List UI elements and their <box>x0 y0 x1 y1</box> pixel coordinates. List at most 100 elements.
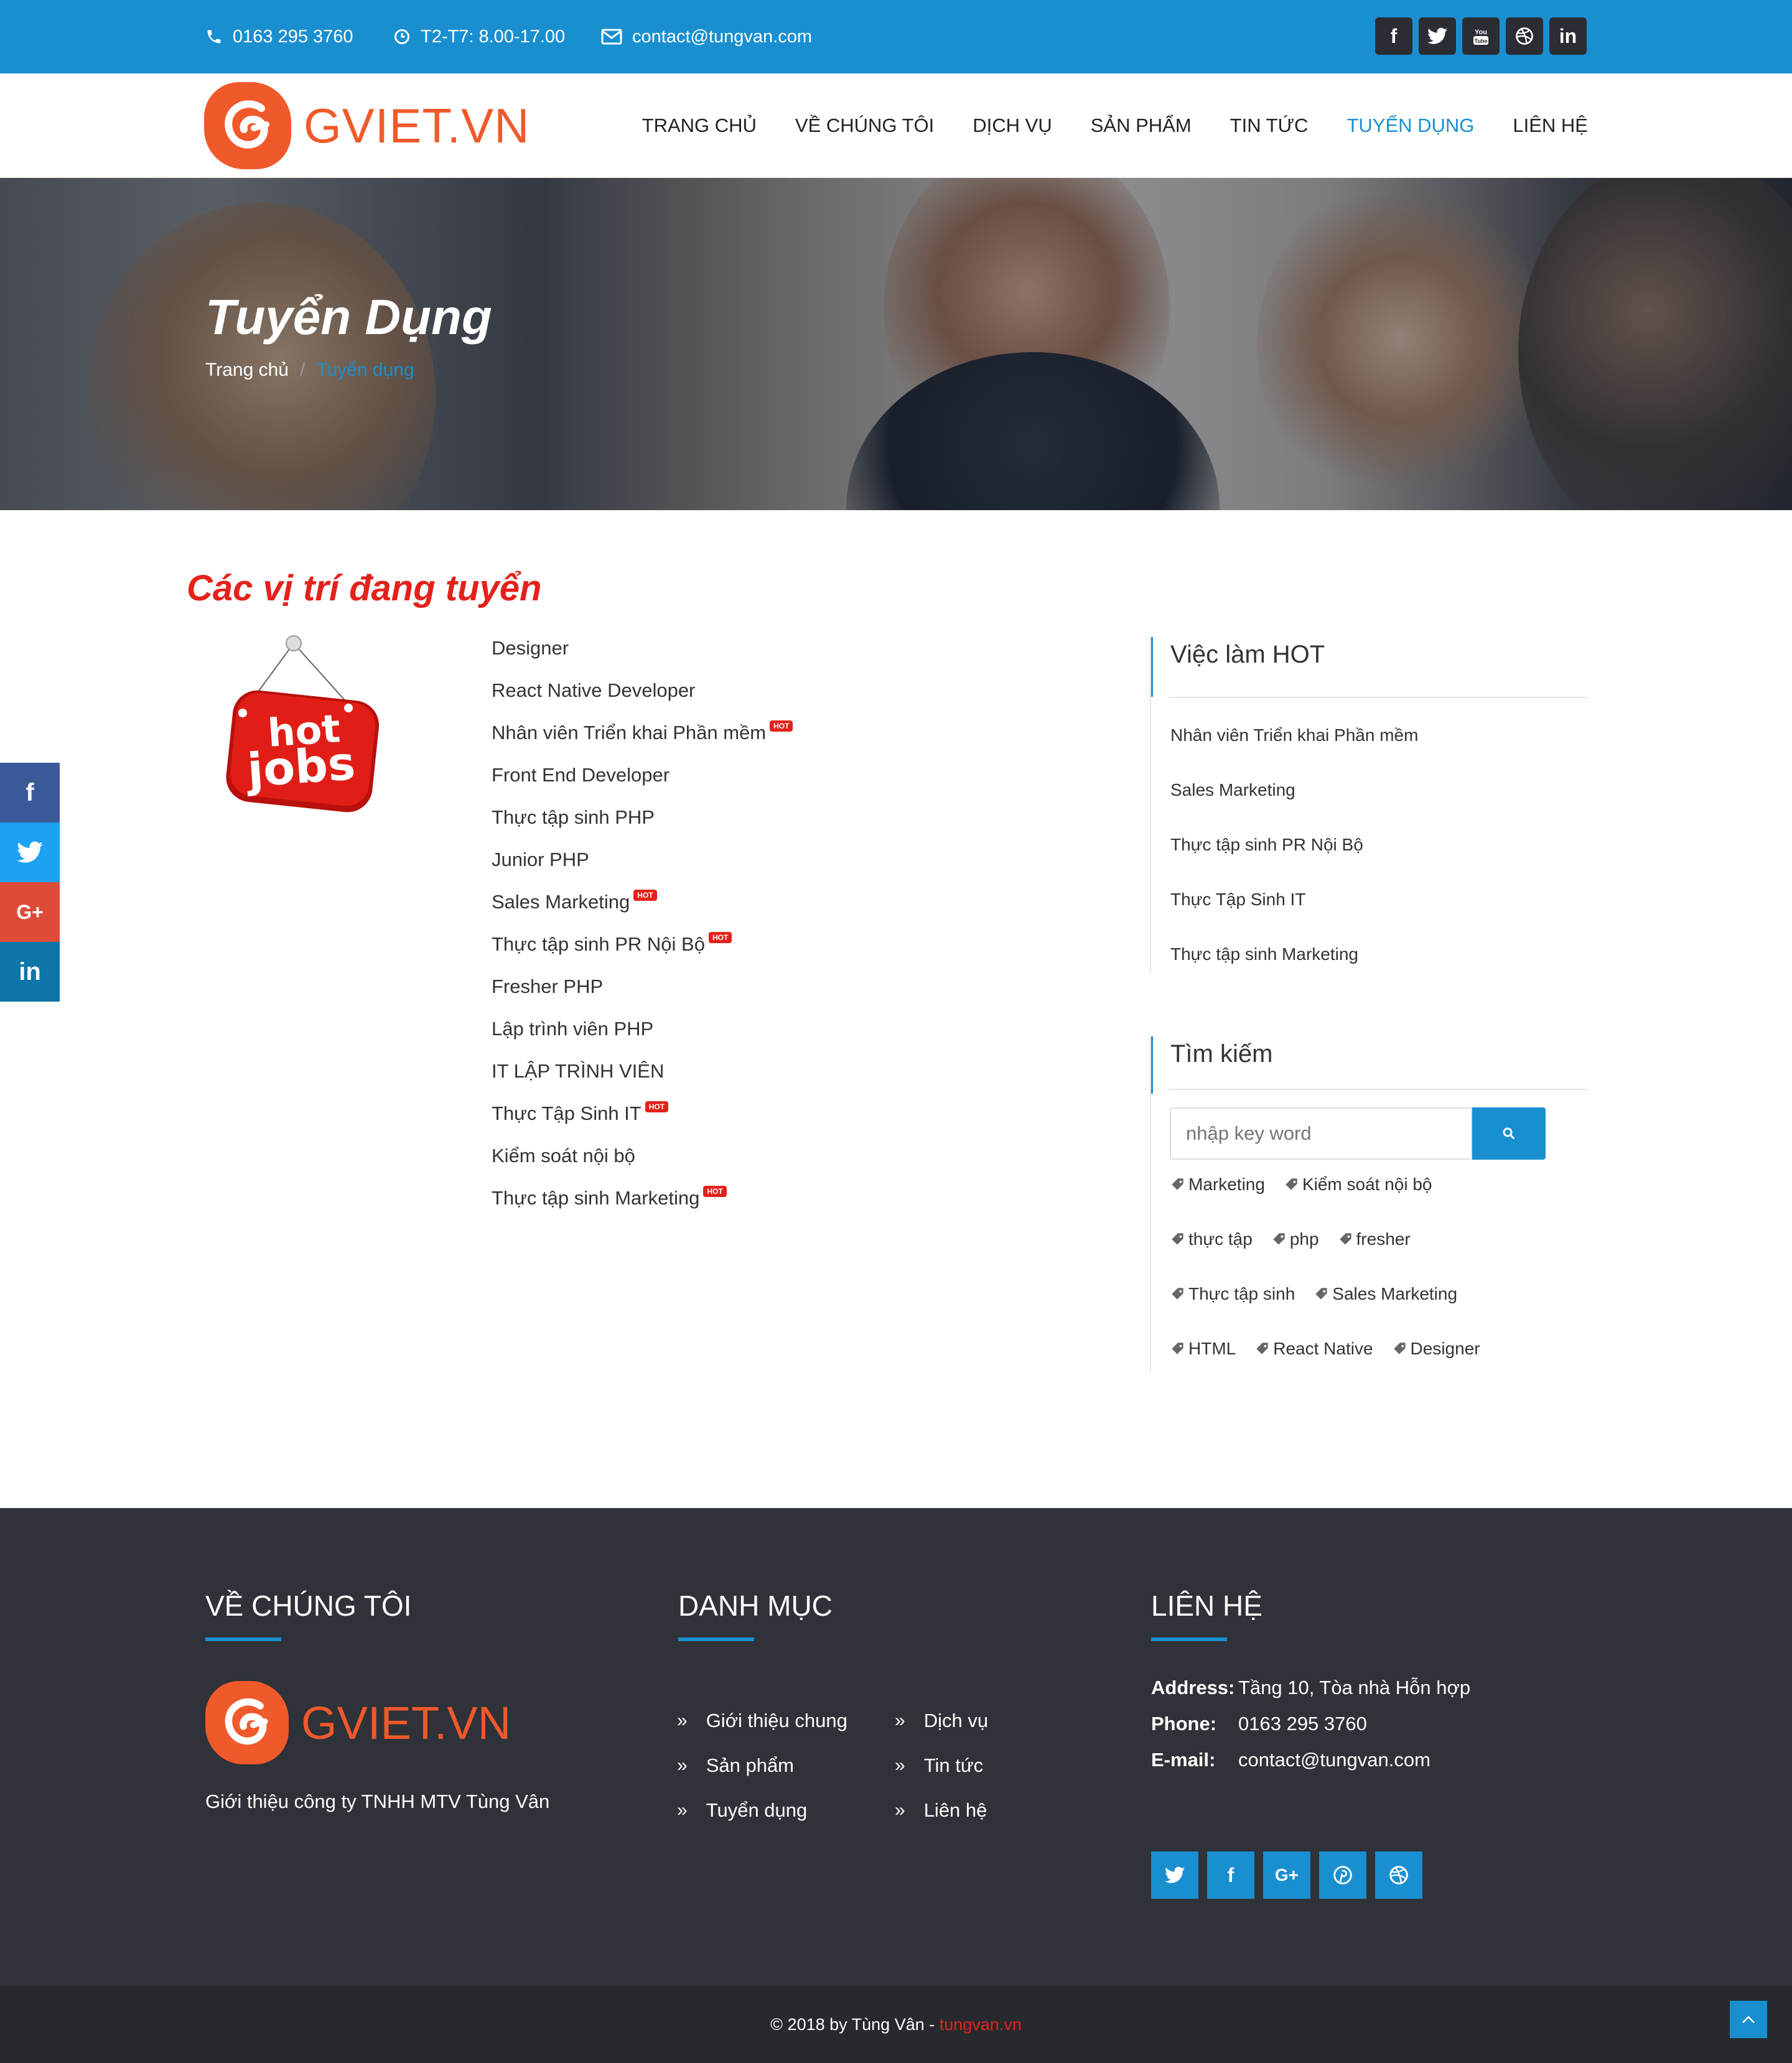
nav-products[interactable]: SẢN PHẨM <box>1091 114 1192 137</box>
back-to-top-button[interactable] <box>1730 2001 1767 2038</box>
site-logo[interactable]: GVIET.VN <box>204 82 530 169</box>
tag-link[interactable]: php <box>1271 1229 1319 1249</box>
job-title[interactable]: Thực tập sinh PR Nội Bộ <box>492 932 705 974</box>
facebook-icon[interactable]: f <box>1207 1851 1254 1899</box>
twitter-icon[interactable] <box>0 822 60 882</box>
job-item[interactable]: Nhân viên Triển khai Phần mềm HOT <box>492 720 793 763</box>
job-item[interactable]: Front End Developer <box>492 763 793 805</box>
dribbble-icon[interactable] <box>1506 17 1543 55</box>
footer-link[interactable]: » Tuyển dụng <box>677 1788 847 1833</box>
tag-link[interactable]: HTML <box>1170 1339 1236 1359</box>
google-plus-icon[interactable]: G+ <box>0 882 60 942</box>
job-title[interactable]: Thực tập sinh Marketing <box>492 1186 699 1228</box>
nav-contact[interactable]: LIÊN HỆ <box>1513 114 1588 137</box>
footer-about-title: VỀ CHÚNG TÔI <box>205 1590 412 1622</box>
tag-row: Marketing Kiểm soát nội bộ <box>1170 1172 1568 1227</box>
tag-icon <box>1393 1343 1406 1354</box>
footer-menu-title: DANH MỤC <box>678 1590 833 1622</box>
google-plus-icon[interactable]: G+ <box>1263 1851 1310 1899</box>
job-item[interactable]: React Native Developer <box>492 678 793 720</box>
job-title[interactable]: Junior PHP <box>492 847 589 890</box>
tag-label: Kiểm soát nội bộ <box>1302 1175 1432 1194</box>
linkedin-icon[interactable]: in <box>0 942 60 1002</box>
search-widget-title: Tìm kiếm <box>1150 1036 1588 1094</box>
pinterest-icon[interactable] <box>1319 1851 1366 1899</box>
hot-job-link[interactable]: Sales Marketing <box>1150 780 1588 835</box>
job-item[interactable]: Lập trình viên PHP <box>492 1017 793 1059</box>
job-item[interactable]: Junior PHP <box>492 847 793 890</box>
hot-job-link[interactable]: Nhân viên Triển khai Phần mềm <box>1150 725 1588 780</box>
copyright-link[interactable]: tungvan.vn <box>940 2015 1022 2034</box>
search-input[interactable] <box>1170 1107 1472 1160</box>
job-title[interactable]: Nhân viên Triển khai Phần mềm <box>492 720 766 763</box>
footer-link[interactable]: » Dịch vụ <box>895 1698 988 1743</box>
facebook-icon[interactable]: f <box>0 763 60 822</box>
tag-link[interactable]: Marketing <box>1170 1175 1265 1194</box>
breadcrumb-separator: / <box>299 360 306 380</box>
job-title[interactable]: Fresher PHP <box>492 974 603 1017</box>
nav-home[interactable]: TRANG CHỦ <box>642 114 757 137</box>
tag-link[interactable]: React Native <box>1254 1339 1373 1359</box>
email-info: contact@tungvan.com <box>601 0 812 73</box>
tag-label: Marketing <box>1188 1175 1265 1194</box>
nav-about[interactable]: VỀ CHÚNG TÔI <box>795 114 934 137</box>
tag-link[interactable]: Sales Marketing <box>1314 1284 1457 1304</box>
footer-link[interactable]: » Tin tức <box>895 1743 988 1788</box>
dribbble-icon[interactable] <box>1375 1851 1422 1899</box>
job-item[interactable]: Thực tập sinh PHP <box>492 805 793 847</box>
job-title[interactable]: Front End Developer <box>492 763 670 805</box>
job-item[interactable]: Thực Tập Sinh IT HOT <box>492 1101 793 1143</box>
job-item[interactable]: Thực tập sinh PR Nội Bộ HOT <box>492 932 793 974</box>
hot-job-link[interactable]: Thực tập sinh PR Nội Bộ <box>1150 835 1588 890</box>
search-button[interactable] <box>1472 1107 1546 1160</box>
email-value[interactable]: contact@tungvan.com <box>1238 1749 1430 1771</box>
job-item[interactable]: Fresher PHP <box>492 974 793 1017</box>
nav-news[interactable]: TIN TỨC <box>1230 114 1309 137</box>
hot-job-link[interactable]: Thực Tập Sinh IT <box>1150 890 1588 944</box>
tag-link[interactable]: Kiểm soát nội bộ <box>1284 1175 1432 1194</box>
hours-text: T2-T7: 8.00-17.00 <box>421 26 566 47</box>
tag-link[interactable]: fresher <box>1338 1229 1411 1249</box>
job-item[interactable]: Designer <box>492 636 793 678</box>
page-title: Tuyển Dụng <box>205 289 492 345</box>
tag-row: thực tập php fresher <box>1170 1227 1568 1282</box>
hot-job-link[interactable]: Thực tập sinh Marketing <box>1150 944 1588 999</box>
footer-link[interactable]: » Sản phẩm <box>677 1743 847 1788</box>
youtube-icon[interactable]: You Tube <box>1462 17 1500 55</box>
breadcrumb-home[interactable]: Trang chủ <box>205 360 289 381</box>
contact-address: Address: Tầng 10, Tòa nhà Hỗn hợp <box>1151 1670 1470 1706</box>
title-underline <box>678 1637 754 1641</box>
job-title[interactable]: IT LẬP TRÌNH VIÊN <box>492 1059 664 1101</box>
job-item[interactable]: Sales Marketing HOT <box>492 890 793 932</box>
nav-services[interactable]: DỊCH VỤ <box>973 114 1052 137</box>
job-title[interactable]: Sales Marketing <box>492 890 630 932</box>
linkedin-icon[interactable]: in <box>1549 17 1587 55</box>
nav-recruitment[interactable]: TUYỂN DỤNG <box>1346 114 1474 137</box>
facebook-icon[interactable]: f <box>1375 17 1412 55</box>
job-title[interactable]: React Native Developer <box>492 678 695 720</box>
job-title[interactable]: Thực Tập Sinh IT <box>492 1101 642 1143</box>
twitter-icon[interactable] <box>1419 17 1456 55</box>
search-icon <box>1503 1127 1514 1139</box>
footer-about: VỀ CHÚNG TÔI GVIET.VN Giới thiệu công ty… <box>205 1589 549 1813</box>
job-item[interactable]: Kiểm soát nội bộ <box>492 1143 793 1186</box>
twitter-icon[interactable] <box>1151 1851 1198 1899</box>
footer-logo[interactable]: GVIET.VN <box>205 1681 549 1764</box>
job-title[interactable]: Thực tập sinh PHP <box>492 805 655 847</box>
tag-label: HTML <box>1188 1339 1236 1358</box>
tag-link[interactable]: Designer <box>1392 1339 1480 1359</box>
footer-link[interactable]: » Giới thiệu chung <box>677 1698 847 1743</box>
hot-badge: HOT <box>708 932 732 943</box>
job-item[interactable]: Thực tập sinh Marketing HOT <box>492 1186 793 1228</box>
job-title[interactable]: Kiểm soát nội bộ <box>492 1143 635 1186</box>
title-underline <box>1151 1637 1227 1641</box>
tag-icon <box>1172 1233 1183 1245</box>
job-title[interactable]: Designer <box>492 636 569 678</box>
tag-link[interactable]: Thực tập sinh <box>1170 1284 1295 1304</box>
tag-link[interactable]: thực tập <box>1170 1229 1253 1249</box>
job-item[interactable]: IT LẬP TRÌNH VIÊN <box>492 1059 793 1101</box>
job-title[interactable]: Lập trình viên PHP <box>492 1017 653 1059</box>
footer-link[interactable]: » Liên hệ <box>895 1788 988 1833</box>
tag-row: Thực tập sinh Sales Marketing <box>1170 1282 1568 1336</box>
email-text[interactable]: contact@tungvan.com <box>632 27 812 47</box>
